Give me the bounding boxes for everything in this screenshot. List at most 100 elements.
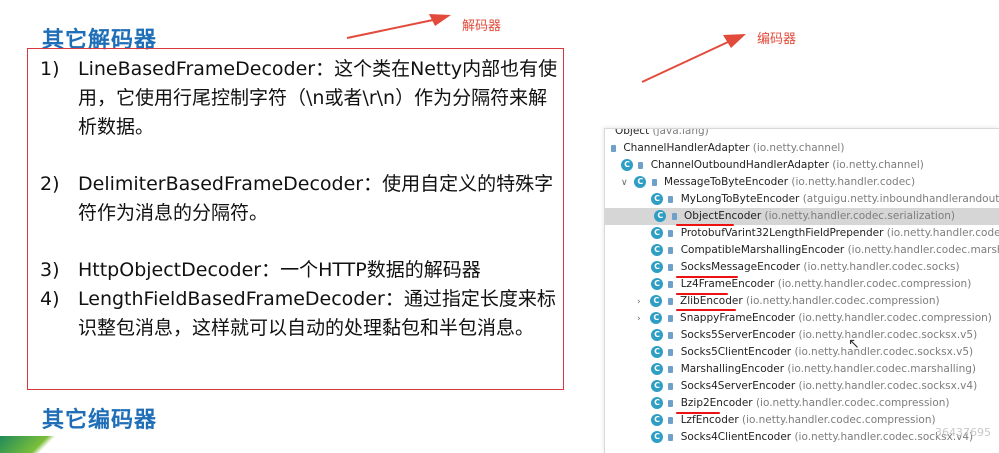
class-icon: C	[651, 244, 663, 256]
class-icon: C	[651, 278, 663, 290]
underline-lz4-frame-encoder	[676, 293, 728, 295]
package-name: (io.netty.handler.codec)	[791, 176, 916, 188]
decoder-item-text: HttpObjectDecoder：一个HTTP数据的解码器	[78, 259, 481, 281]
class-name: ChannelOutboundHandlerAdapter	[650, 159, 829, 171]
tree-row-zlib-encoder[interactable]: › C ZlibEncoder (io.netty.handler.codec.…	[637, 293, 940, 310]
tree-row-compatible-marshalling-encoder[interactable]: C CompatibleMarshallingEncoder (io.netty…	[651, 242, 999, 259]
expand-chevron-down-icon[interactable]: ∨	[621, 175, 631, 192]
package-name: (io.netty.channel)	[752, 142, 845, 154]
decoder-item-number: 2)	[40, 173, 60, 195]
class-icon: C	[651, 414, 663, 426]
type-hierarchy-panel: Object (java.lang) ChannelHandlerAdapter…	[604, 128, 999, 453]
package-name: (io.netty.handler.codec.serialization)	[764, 210, 956, 222]
tree-row-socks5-server-encoder[interactable]: C Socks5ServerEncoder (io.netty.handler.…	[651, 327, 977, 344]
class-icon: C	[651, 346, 663, 358]
lock-icon	[668, 399, 674, 407]
class-icon: C	[651, 227, 663, 239]
watermark: 36437695	[935, 426, 991, 439]
lock-icon	[668, 382, 674, 390]
package-name: (io.netty.handler.codec.marshalling	[847, 244, 999, 256]
decoder-item-number: 3)	[40, 259, 60, 281]
package-name: (io.netty.handler.codec.compression)	[742, 414, 936, 426]
decoder-item-number: 4)	[40, 288, 60, 310]
package-name: (java.lang)	[652, 128, 709, 137]
lock-icon	[668, 416, 674, 424]
tree-row-marshalling-encoder[interactable]: C MarshallingEncoder (io.netty.handler.c…	[651, 361, 976, 378]
class-name: Lz4FrameEncoder	[680, 278, 775, 290]
class-name: SocksMessageEncoder	[680, 261, 801, 273]
class-name: SnappyFrameEncoder	[680, 312, 795, 324]
tree-row-message-to-byte-encoder[interactable]: ∨ C MessageToByteEncoder (io.netty.handl…	[621, 174, 915, 191]
tree-row-object-encoder[interactable]: C ObjectEncoder (io.netty.handler.codec.…	[605, 208, 999, 225]
lock-icon	[651, 178, 657, 186]
package-name: (io.netty.handler.codec.compression)	[777, 278, 972, 290]
lock-icon	[668, 433, 674, 441]
lock-icon	[667, 314, 673, 322]
tree-row-my-long-to-byte-encoder[interactable]: C MyLongToByteEncoder (atguigu.netty.inb…	[651, 191, 999, 208]
class-icon: C	[651, 193, 663, 205]
class-name: MarshallingEncoder	[680, 363, 785, 375]
package-name: (io.netty.handler.codec.socksx.v4)	[798, 380, 978, 392]
tree-row-lzf-encoder[interactable]: C LzfEncoder (io.netty.handler.codec.com…	[651, 412, 936, 429]
class-icon: C	[650, 312, 663, 324]
tree-row-bzip2-encoder[interactable]: C Bzip2Encoder (io.netty.handler.codec.c…	[651, 395, 950, 412]
tree-row-lz4-frame-encoder[interactable]: C Lz4FrameEncoder (io.netty.handler.code…	[651, 276, 971, 293]
class-name: Object	[615, 128, 650, 137]
class-name: Bzip2Encoder	[680, 397, 753, 409]
abstract-class-icon: C	[650, 295, 663, 307]
tree-row-socks4-server-encoder[interactable]: C Socks4ServerEncoder (io.netty.handler.…	[651, 378, 977, 395]
lock-icon	[668, 195, 674, 203]
section-title-encoders: 其它编码器	[42, 408, 158, 433]
package-name: (io.netty.handler.codec.prot	[886, 227, 999, 239]
tree-row-object[interactable]: Object (java.lang)	[615, 128, 709, 140]
arrow-to-encoder-annotation	[641, 34, 746, 83]
package-name: (io.netty.handler.codec.socks)	[803, 261, 960, 273]
abstract-class-icon: C	[634, 176, 647, 188]
underline-bzip2-encoder	[676, 412, 720, 414]
lock-icon	[667, 297, 673, 305]
class-name: ObjectEncoder	[684, 210, 762, 222]
class-name: ProtobufVarint32LengthFieldPrepender	[680, 227, 884, 239]
class-name: Socks5ServerEncoder	[680, 329, 796, 341]
expand-chevron-right-icon[interactable]: ›	[637, 294, 647, 311]
class-name: LzfEncoder	[680, 414, 739, 426]
arrow-to-decoder-annotation	[346, 14, 451, 39]
class-name: MessageToByteEncoder	[664, 176, 789, 188]
class-name: Socks4ServerEncoder	[680, 380, 796, 392]
class-name: CompatibleMarshallingEncoder	[680, 244, 845, 256]
mouse-cursor-icon: ↖	[848, 336, 860, 352]
class-name: MyLongToByteEncoder	[680, 193, 800, 205]
encoder-annotation: 编码器	[757, 32, 797, 47]
decoder-annotation: 解码器	[462, 19, 502, 34]
tree-row-socks-message-encoder[interactable]: C SocksMessageEncoder (io.netty.handler.…	[651, 259, 960, 276]
decoder-item-text: LengthFieldBasedFrameDecoder：通过指定长度来标识整包…	[78, 288, 556, 339]
class-icon: C	[651, 397, 663, 409]
class-icon: C	[651, 431, 663, 443]
decoder-item-1: 1) LineBasedFrameDecoder：这个类在Netty内部也有使用…	[40, 55, 560, 142]
lock-icon	[668, 331, 674, 339]
underline-zlib-encoder	[676, 309, 736, 311]
corner-decoration	[0, 436, 60, 453]
lock-icon	[668, 365, 674, 373]
lock-icon	[668, 348, 674, 356]
class-icon: C	[651, 261, 663, 273]
package-name: (io.netty.handler.codec.compression)	[746, 295, 940, 307]
package-name: (io.netty.handler.codec.socksx.v5)	[798, 329, 978, 341]
class-icon: C	[651, 363, 663, 375]
tree-row-socks5-client-encoder[interactable]: C Socks5ClientEncoder (io.netty.handler.…	[651, 344, 973, 361]
class-name: Socks4ClientEncoder	[680, 431, 792, 443]
tree-row-snappy-frame-encoder[interactable]: › C SnappyFrameEncoder (io.netty.handler…	[637, 310, 992, 327]
underline-object-encoder	[676, 224, 734, 226]
decoder-item-4: 4) LengthFieldBasedFrameDecoder：通过指定长度来标…	[40, 285, 560, 343]
tree-row-socks4-client-encoder[interactable]: C Socks4ClientEncoder (io.netty.handler.…	[651, 429, 973, 446]
lock-icon	[668, 263, 674, 271]
decoder-item-number: 1)	[40, 58, 60, 80]
lock-icon	[671, 212, 677, 220]
lock-icon	[668, 280, 674, 288]
expand-chevron-right-icon[interactable]: ›	[637, 311, 647, 328]
tree-row-channel-handler-adapter[interactable]: ChannelHandlerAdapter (io.netty.channel)	[611, 140, 844, 157]
tree-row-protobuf-varint32-length-field-prepender[interactable]: C ProtobufVarint32LengthFieldPrepender (…	[651, 225, 999, 242]
underline-socks-message-encoder	[676, 276, 738, 278]
tree-row-channel-outbound-handler-adapter[interactable]: C ChannelOutboundHandlerAdapter (io.nett…	[621, 157, 924, 174]
class-icon: C	[651, 329, 663, 341]
